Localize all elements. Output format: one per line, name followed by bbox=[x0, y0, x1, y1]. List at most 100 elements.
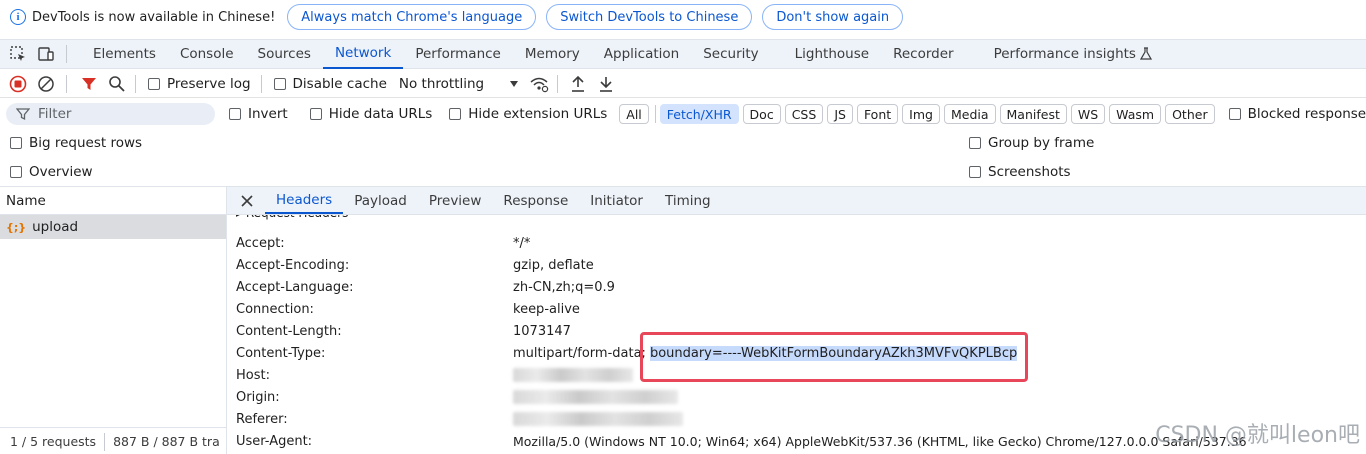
tab-performance[interactable]: Performance bbox=[403, 40, 513, 69]
invert-label: Invert bbox=[248, 106, 288, 122]
header-name: Content-Length: bbox=[236, 323, 342, 339]
device-toolbar-icon[interactable] bbox=[36, 44, 56, 64]
header-row: Referer: bbox=[236, 408, 683, 430]
clear-icon[interactable] bbox=[36, 74, 56, 94]
type-filter-media[interactable]: Media bbox=[943, 104, 996, 124]
overview-box[interactable] bbox=[10, 166, 22, 178]
tab-initiator[interactable]: Initiator bbox=[579, 187, 654, 214]
tab-recorder[interactable]: Recorder bbox=[881, 40, 982, 69]
big-request-rows-label: Big request rows bbox=[29, 135, 143, 151]
header-name: Accept-Language: bbox=[236, 279, 354, 295]
network-split-view: Name {;} upload 1 / 5 requests 887 B / 8… bbox=[0, 186, 1366, 454]
hide-extension-urls-checkbox[interactable]: Hide extension URLs bbox=[449, 106, 607, 122]
type-filter-js[interactable]: JS bbox=[827, 104, 853, 124]
redacted-value bbox=[513, 390, 678, 404]
tab-security[interactable]: Security bbox=[691, 40, 782, 69]
type-filter-doc[interactable]: Doc bbox=[742, 104, 781, 124]
blocked-cookies-box[interactable] bbox=[1228, 108, 1241, 120]
xhr-icon: {;} bbox=[6, 220, 27, 234]
network-summary-bar: 1 / 5 requests 887 B / 887 B tra bbox=[0, 427, 227, 454]
tab-payload[interactable]: Payload bbox=[343, 187, 418, 214]
request-row[interactable]: {;} upload bbox=[0, 215, 226, 239]
invert-box[interactable] bbox=[229, 108, 241, 120]
tab-sources[interactable]: Sources bbox=[246, 40, 323, 69]
hide-extension-urls-box[interactable] bbox=[449, 108, 462, 120]
infobar-message: DevTools is now available in Chinese! bbox=[32, 9, 276, 25]
screenshots-box[interactable] bbox=[969, 166, 981, 178]
tab-lighthouse[interactable]: Lighthouse bbox=[783, 40, 881, 69]
hide-data-urls-checkbox[interactable]: Hide data URLs bbox=[309, 106, 432, 122]
type-filter-img[interactable]: Img bbox=[902, 104, 940, 124]
tab-response[interactable]: Response bbox=[492, 187, 579, 214]
export-har-icon[interactable] bbox=[596, 74, 616, 94]
inspect-element-icon[interactable] bbox=[8, 44, 28, 64]
preserve-log-label: Preserve log bbox=[167, 75, 251, 92]
tab-elements[interactable]: Elements bbox=[81, 40, 168, 69]
type-filter-manifest[interactable]: Manifest bbox=[999, 104, 1067, 124]
dont-show-again-button[interactable]: Don't show again bbox=[762, 4, 904, 30]
network-conditions-icon[interactable] bbox=[529, 74, 549, 94]
tab-timing[interactable]: Timing bbox=[654, 187, 722, 214]
redacted-value bbox=[513, 412, 683, 426]
screenshots-checkbox[interactable]: Screenshots bbox=[969, 158, 1071, 186]
disable-cache-checkbox[interactable]: Disable cache bbox=[273, 76, 387, 92]
group-by-frame-label: Group by frame bbox=[988, 135, 1095, 151]
tab-network[interactable]: Network bbox=[322, 40, 404, 69]
header-value: gzip, deflate bbox=[513, 257, 594, 273]
close-icon[interactable] bbox=[241, 194, 253, 207]
tab-console[interactable]: Console bbox=[168, 40, 246, 69]
request-name: upload bbox=[32, 219, 79, 235]
type-filter-wasm[interactable]: Wasm bbox=[1109, 104, 1162, 124]
name-column-header[interactable]: Name bbox=[0, 187, 226, 215]
group-by-frame-box[interactable] bbox=[969, 137, 981, 149]
disable-cache-box[interactable] bbox=[273, 77, 286, 90]
stop-recording-icon[interactable] bbox=[8, 74, 28, 94]
hide-extension-urls-label: Hide extension URLs bbox=[468, 106, 608, 122]
transfer-size: 887 B / 887 B tra bbox=[113, 434, 220, 449]
type-filter-ws[interactable]: WS bbox=[1070, 104, 1106, 124]
header-name: Connection: bbox=[236, 301, 314, 317]
switch-to-chinese-button[interactable]: Switch DevTools to Chinese bbox=[546, 4, 753, 30]
toolbar-divider bbox=[66, 74, 67, 93]
throttling-select[interactable]: No throttling bbox=[399, 76, 519, 92]
preserve-log-checkbox[interactable]: Preserve log bbox=[148, 76, 251, 92]
invert-checkbox[interactable]: Invert bbox=[229, 106, 288, 122]
match-language-button[interactable]: Always match Chrome's language bbox=[287, 4, 537, 30]
overview-label: Overview bbox=[29, 164, 93, 180]
big-request-rows-checkbox[interactable]: Big request rows bbox=[10, 129, 142, 157]
header-name: Accept-Encoding: bbox=[236, 257, 350, 273]
header-value: keep-alive bbox=[513, 301, 580, 317]
blocked-cookies-checkbox[interactable]: Blocked response cookies bbox=[1228, 106, 1366, 122]
request-headers-section-header[interactable]: ▸ Request Headers bbox=[236, 215, 536, 220]
network-toolbar: Preserve log Disable cache No throttling bbox=[0, 70, 1366, 98]
header-row: User-Agent: Mozilla/5.0 (Windows NT 10.0… bbox=[236, 430, 1247, 452]
highlight-annotation-box bbox=[640, 332, 1028, 382]
header-value: zh-CN,zh;q=0.9 bbox=[513, 279, 615, 295]
group-by-frame-checkbox[interactable]: Group by frame bbox=[969, 129, 1094, 157]
type-filter-all[interactable]: All bbox=[619, 104, 649, 124]
header-name: Content-Type: bbox=[236, 345, 326, 361]
tab-memory[interactable]: Memory bbox=[513, 40, 592, 69]
tab-performance-insights-label: Performance insights bbox=[993, 46, 1136, 62]
tab-preview[interactable]: Preview bbox=[418, 187, 493, 214]
filter-input[interactable]: Filter bbox=[6, 103, 215, 125]
tab-application[interactable]: Application bbox=[592, 40, 691, 69]
big-request-rows-box[interactable] bbox=[10, 137, 22, 149]
search-icon[interactable] bbox=[107, 74, 127, 94]
import-har-icon[interactable] bbox=[568, 74, 588, 94]
tab-headers[interactable]: Headers bbox=[265, 187, 344, 214]
hide-data-urls-box[interactable] bbox=[309, 108, 322, 120]
type-filter-font[interactable]: Font bbox=[856, 104, 899, 124]
type-filter-fetch-xhr[interactable]: Fetch/XHR bbox=[659, 104, 739, 124]
header-row: Accept: */* bbox=[236, 232, 530, 254]
info-icon: i bbox=[10, 9, 26, 25]
filter-funnel-icon[interactable] bbox=[79, 74, 99, 94]
devtools-main-tabbar: Elements Console Sources Network Perform… bbox=[0, 39, 1366, 69]
overview-checkbox[interactable]: Overview bbox=[10, 158, 93, 186]
header-name: User-Agent: bbox=[236, 433, 313, 449]
tab-performance-insights[interactable]: Performance insights bbox=[982, 40, 1164, 69]
type-filter-other[interactable]: Other bbox=[1165, 104, 1215, 124]
type-filter-css[interactable]: CSS bbox=[784, 104, 824, 124]
csdn-watermark: CSDN @就叫leon吧 bbox=[1155, 423, 1360, 448]
preserve-log-box[interactable] bbox=[148, 77, 160, 90]
